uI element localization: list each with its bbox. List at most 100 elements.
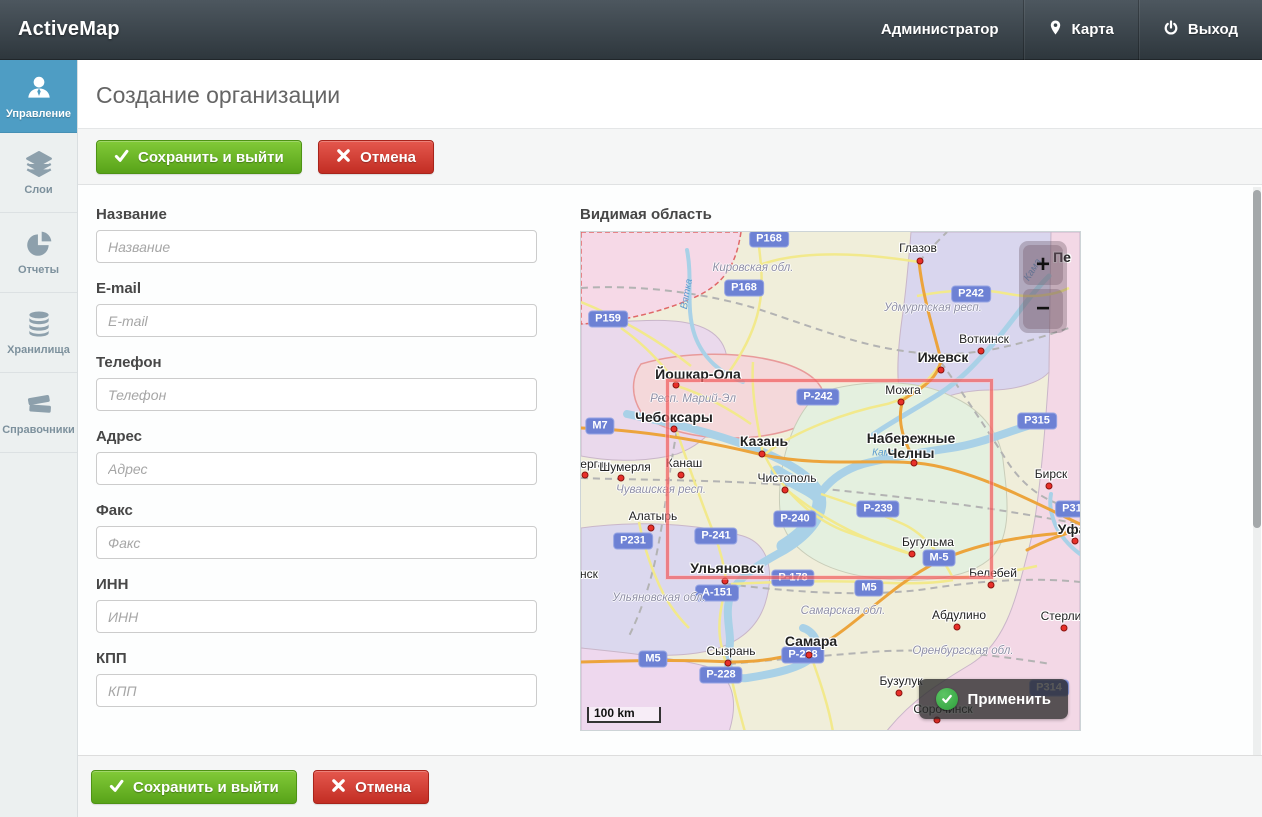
map-scale-bar: 100 km	[587, 707, 661, 723]
scrollbar-thumb[interactable]	[1253, 190, 1261, 528]
city-label: Воткинск	[959, 332, 1009, 346]
books-icon	[24, 389, 54, 419]
sidebar-item-label: Хранилища	[7, 344, 70, 356]
visible-area-section: Видимая область	[580, 206, 1081, 755]
region-label: Ульяновская обл.	[612, 592, 705, 604]
city-dot	[582, 472, 589, 479]
field-label-phone: Телефон	[96, 354, 539, 371]
city-label: Стерлита	[1041, 609, 1081, 623]
zoom-in-button[interactable]: +	[1023, 245, 1063, 285]
field-label-kpp: КПП	[96, 650, 539, 667]
sidebar-item-directories[interactable]: Справочники	[0, 373, 77, 453]
river-label: Вятка	[679, 278, 695, 310]
kpp-input[interactable]	[96, 674, 537, 707]
road-badge: Р315	[1055, 501, 1081, 518]
address-input[interactable]	[96, 452, 537, 485]
region-label: Удмуртская респ.	[884, 302, 982, 314]
city-label: Сызрань	[706, 644, 755, 658]
field-label-name: Название	[96, 206, 539, 223]
city-dot	[896, 690, 903, 697]
city-dot	[938, 367, 945, 374]
form-field-inn: ИНН	[96, 576, 539, 633]
region-label: Кировская обл.	[713, 262, 794, 274]
main-panel: Создание организации Сохранить и выйти О…	[78, 60, 1262, 817]
toolbar-bottom: Сохранить и выйти Отмена	[78, 755, 1262, 817]
map-pin-icon	[1048, 19, 1063, 40]
sidebar-item-layers[interactable]: Слои	[0, 133, 77, 213]
city-label: Шумерля	[599, 460, 651, 474]
save-button-top[interactable]: Сохранить и выйти	[96, 140, 302, 174]
name-input[interactable]	[96, 230, 537, 263]
road-badge: М7	[585, 418, 614, 435]
form-field-phone: Телефон	[96, 354, 539, 411]
zoom-out-button[interactable]: −	[1023, 289, 1063, 329]
field-label-email: E-mail	[96, 280, 539, 297]
city-dot	[1046, 483, 1053, 490]
city-label: Абдулино	[932, 608, 986, 622]
city-dot	[954, 624, 961, 631]
form-field-fax: Факс	[96, 502, 539, 559]
apply-button[interactable]: Применить	[919, 679, 1068, 719]
save-button-bottom[interactable]: Сохранить и выйти	[91, 770, 297, 804]
check-icon	[109, 778, 124, 797]
user-icon	[24, 73, 54, 103]
form-field-address: Адрес	[96, 428, 539, 485]
city-label: нск	[580, 567, 598, 581]
sidebar-item-label: Слои	[24, 184, 52, 196]
x-icon	[336, 148, 351, 167]
x-icon	[331, 778, 346, 797]
sidebar-item-management[interactable]: Управление	[0, 60, 77, 133]
scale-label: 100 km	[594, 706, 635, 720]
vertical-scrollbar[interactable]	[1253, 187, 1261, 755]
user-menu-label: Администратор	[881, 21, 999, 38]
form-field-name: Название	[96, 206, 539, 263]
city-dot	[978, 348, 985, 355]
map-selection-rectangle[interactable]	[666, 379, 993, 579]
city-dot	[988, 582, 995, 589]
apply-button-label: Применить	[968, 691, 1051, 708]
organization-form: Название E-mail Телефон Адрес Факс ИНН КПП	[96, 206, 539, 755]
road-badge: Р-228	[699, 667, 742, 684]
sidebar-item-label: Отчеты	[18, 264, 59, 276]
map-link[interactable]: Карта	[1024, 0, 1138, 60]
road-badge: Р-228	[781, 647, 824, 664]
user-menu[interactable]: Администратор	[857, 0, 1023, 60]
city-label: Глазов	[899, 241, 937, 255]
page-header: Создание организации	[78, 60, 1262, 129]
sidebar-item-label: Управление	[6, 108, 71, 120]
cancel-button-top[interactable]: Отмена	[318, 140, 434, 174]
field-label-inn: ИНН	[96, 576, 539, 593]
map-link-label: Карта	[1072, 21, 1114, 38]
top-header: ActiveMap Администратор Карта Выход	[0, 0, 1262, 60]
page-title: Создание организации	[78, 60, 1262, 109]
cancel-button-bottom[interactable]: Отмена	[313, 770, 429, 804]
logout-link[interactable]: Выход	[1139, 0, 1262, 60]
city-dot	[1061, 625, 1068, 632]
road-badge: Р315	[1017, 413, 1057, 430]
fax-input[interactable]	[96, 526, 537, 559]
check-circle-icon	[936, 688, 958, 710]
check-icon	[114, 148, 129, 167]
map-canvas[interactable]: P168P168P242P159Р-242М7Р315Р-239Р315Р-24…	[580, 231, 1081, 731]
city-label: Бузулук	[880, 674, 923, 688]
city-label: Ижевск	[918, 349, 969, 365]
sidebar: Управление Слои Отчеты Хранилища Справочники	[0, 60, 78, 817]
city-dot	[648, 525, 655, 532]
email-input[interactable]	[96, 304, 537, 337]
sidebar-item-reports[interactable]: Отчеты	[0, 213, 77, 293]
toolbar-top: Сохранить и выйти Отмена	[78, 129, 1262, 185]
visible-area-label: Видимая область	[580, 206, 1081, 223]
database-icon	[24, 309, 54, 339]
header-nav: Администратор Карта Выход	[857, 0, 1262, 60]
city-dot	[725, 660, 732, 667]
phone-input[interactable]	[96, 378, 537, 411]
inn-input[interactable]	[96, 600, 537, 633]
content-area: Название E-mail Телефон Адрес Факс ИНН КПП Вид…	[78, 185, 1262, 755]
form-field-email: E-mail	[96, 280, 539, 337]
city-dot	[618, 475, 625, 482]
layers-icon	[24, 149, 54, 179]
sidebar-item-storages[interactable]: Хранилища	[0, 293, 77, 373]
road-badge: P168	[724, 280, 764, 297]
region-label: Самарская обл.	[801, 605, 886, 617]
app-logo: ActiveMap	[0, 18, 120, 41]
